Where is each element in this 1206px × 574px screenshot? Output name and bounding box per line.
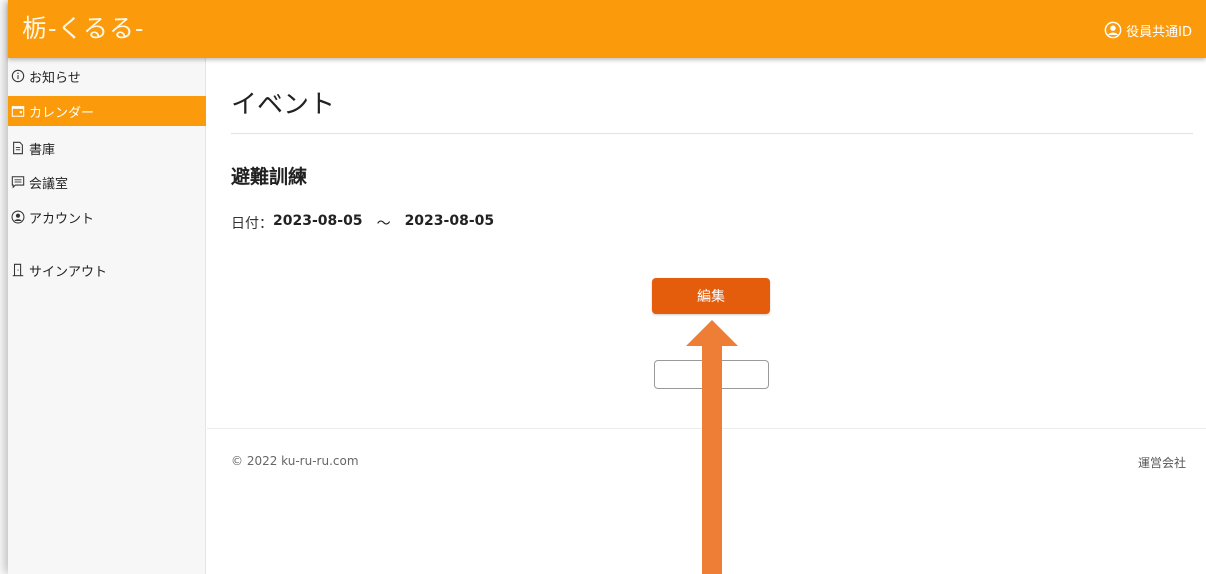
date-end: 2023-08-05 [404, 213, 495, 229]
page-title: イベント [231, 90, 336, 120]
date-label: 日付： [231, 216, 273, 232]
sidebar-item-meeting-room[interactable]: 会議室 [8, 167, 206, 197]
sidebar-item-notices[interactable]: お知らせ [8, 61, 206, 91]
user-circle-icon [1104, 21, 1122, 39]
sidebar-item-label: 会議室 [29, 176, 69, 192]
date-start: 2023-08-05 [273, 213, 363, 229]
sidebar-item-label: お知らせ [29, 70, 81, 86]
document-icon [13, 141, 23, 155]
sidebar-item-label: サインアウト [29, 264, 108, 280]
annotation-arrow-icon [686, 320, 738, 574]
sidebar-item-label: アカウント [29, 211, 95, 227]
top-header: 栃-くるる- 役員共通ID [8, 0, 1206, 58]
app-window: 栃-くるる- 役員共通ID お知らせ カレンダー 書庫 会議室 アカウント サイ… [8, 0, 1206, 574]
edit-button[interactable]: 編集 [652, 278, 770, 314]
info-icon [11, 69, 25, 83]
sidebar-item-calendar[interactable]: カレンダー [8, 96, 206, 126]
sidebar: お知らせ カレンダー 書庫 会議室 アカウント サインアウト [8, 58, 206, 574]
user-circle-icon [11, 210, 25, 224]
sidebar-item-library[interactable]: 書庫 [8, 133, 206, 163]
sidebar-item-account[interactable]: アカウント [8, 202, 206, 232]
event-title: 避難訓練 [231, 166, 308, 188]
app-logo[interactable]: 栃-くるる- [22, 14, 144, 44]
chat-icon [11, 176, 25, 189]
sidebar-item-sign-out[interactable]: サインアウト [8, 255, 206, 285]
user-account-menu[interactable]: 役員共通ID [1104, 20, 1192, 40]
user-name: 役員共通ID [1126, 24, 1192, 40]
door-icon [12, 263, 24, 277]
date-separator: ～ [376, 216, 391, 232]
calendar-icon [11, 106, 25, 117]
event-date: 日付： 2023-08-05 ～ 2023-08-05 [231, 213, 494, 233]
divider [231, 133, 1193, 134]
company-link[interactable]: 運営会社 [1138, 454, 1186, 471]
sidebar-item-label: カレンダー [29, 105, 95, 121]
sidebar-item-label: 書庫 [29, 142, 56, 158]
copyright: © 2022 ku-ru-ru.com [231, 454, 359, 468]
